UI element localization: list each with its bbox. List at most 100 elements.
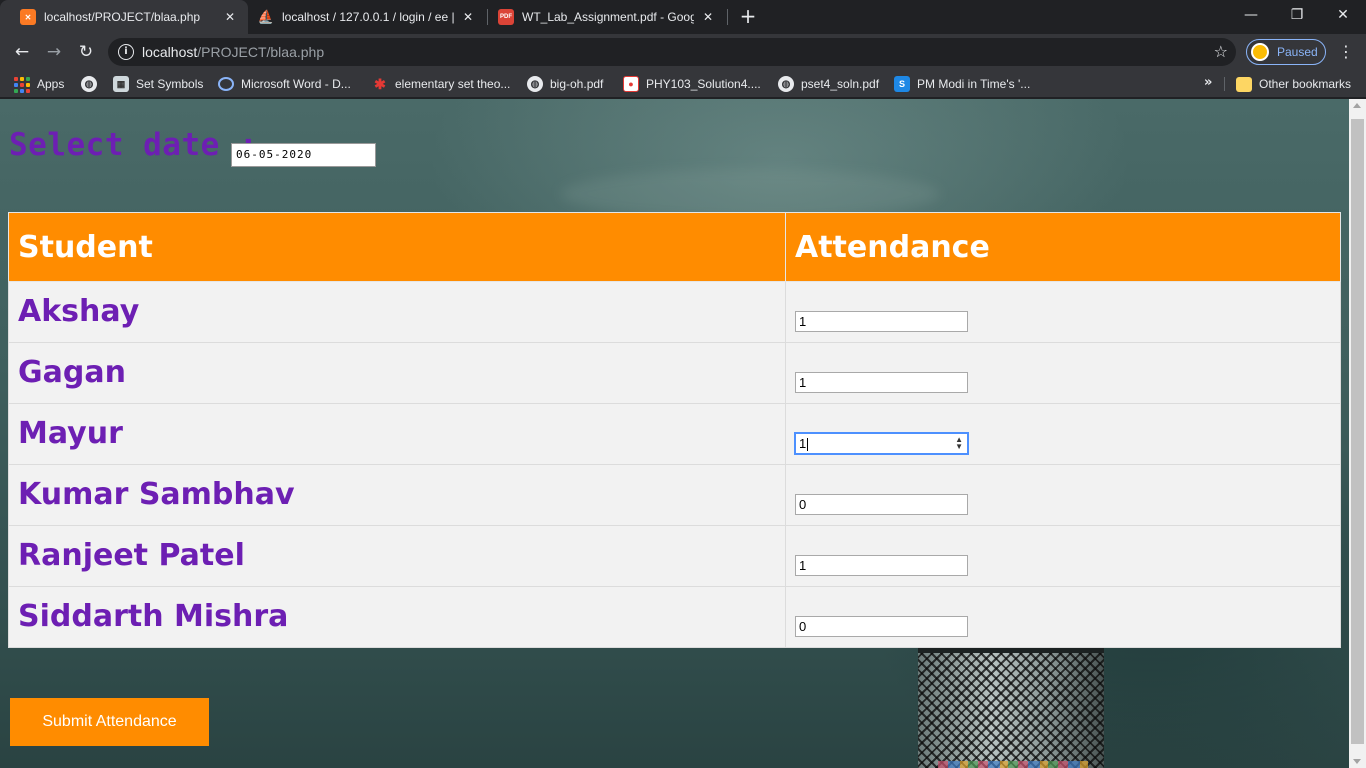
profile-status: Paused	[1277, 45, 1318, 59]
globe-icon: ◍	[527, 76, 543, 92]
attendance-cell: 1 ▲ ▼	[785, 403, 1341, 465]
tab-blaa-php[interactable]: ✕ localhost/PROJECT/blaa.php ✕	[0, 0, 248, 34]
bookmark-pset4[interactable]: ◍ pset4_soln.pdf	[778, 75, 879, 93]
attendance-cell: 1	[785, 525, 1341, 587]
attendance-cell: 0	[785, 586, 1341, 648]
url-host: localhost	[142, 44, 198, 60]
pencil-cup-image	[918, 647, 1104, 768]
scroll-up-icon[interactable]	[1353, 103, 1361, 108]
browser-menu-icon[interactable]: ⋮	[1336, 40, 1356, 64]
more-bookmarks-icon[interactable]: »	[1204, 75, 1212, 90]
reload-button[interactable]: ↻	[74, 40, 98, 64]
tab-phpmyadmin[interactable]: ⛵ localhost / 127.0.0.1 / login / ee | ✕	[238, 0, 486, 34]
header-student: Student	[8, 212, 786, 282]
avatar	[1251, 43, 1269, 61]
close-tab-icon[interactable]: ✕	[460, 10, 476, 24]
page-viewport: Select date : 06-05-2020 Student Attenda…	[0, 99, 1349, 768]
url-text[interactable]: localhost/PROJECT/blaa.php	[142, 44, 324, 60]
bookmark-label: pset4_soln.pdf	[801, 77, 880, 91]
attendance-input[interactable]: 1	[795, 310, 968, 332]
bookmark-apps[interactable]: Apps	[14, 75, 64, 93]
date-input[interactable]: 06-05-2020	[231, 143, 376, 167]
attendance-input[interactable]: 1	[795, 371, 968, 393]
new-tab-button[interactable]: +	[737, 6, 759, 28]
tab-strip: ✕ localhost/PROJECT/blaa.php ✕ ⛵ localho…	[0, 0, 1366, 34]
tab-title: WT_Lab_Assignment.pdf - Googl	[522, 10, 694, 24]
tab-title: localhost / 127.0.0.1 / login / ee |	[282, 10, 454, 24]
tab-title: localhost/PROJECT/blaa.php	[44, 10, 201, 24]
forward-button[interactable]: →	[42, 40, 66, 64]
globe-icon: ◍	[81, 76, 97, 92]
header-attendance: Attendance	[785, 212, 1341, 282]
s-icon: S	[894, 76, 910, 92]
attendance-input[interactable]: 1	[795, 554, 968, 576]
back-button[interactable]: ←	[10, 40, 34, 64]
profile-button[interactable]: Paused	[1246, 39, 1326, 65]
bookmark-microsoft-word[interactable]: Microsoft Word - D...	[218, 75, 351, 93]
browser-toolbar: ← → ↻ i localhost/PROJECT/blaa.php ☆ Pau…	[0, 34, 1366, 70]
attendance-cell: 1	[785, 342, 1341, 404]
bookmark-label: Other bookmarks	[1259, 77, 1352, 91]
page-scrollbar[interactable]	[1349, 99, 1366, 768]
scroll-thumb[interactable]	[1351, 119, 1364, 744]
bookmark-label: Set Symbols	[136, 77, 204, 91]
submit-attendance-button[interactable]: Submit Attendance	[10, 698, 209, 746]
bookmark-label: big-oh.pdf	[550, 77, 604, 91]
bookmark-label: PM Modi in Time's '...	[917, 77, 1031, 91]
text-caret	[807, 437, 809, 451]
student-name: Siddarth Mishra	[8, 586, 786, 648]
info-icon[interactable]: i	[118, 44, 134, 60]
student-name: Ranjeet Patel	[8, 525, 786, 587]
student-name: Mayur	[8, 403, 786, 465]
other-bookmarks[interactable]: Other bookmarks	[1236, 75, 1351, 93]
table-row: Gagan 1	[8, 342, 1341, 404]
bookmark-big-oh[interactable]: ◍ big-oh.pdf	[527, 75, 603, 93]
bookmarks-bar: Apps ◍ ▦ Set Symbols Microsoft Word - D.…	[0, 70, 1366, 98]
bookmark-label: PHY103_Solution4....	[646, 77, 761, 91]
bookmark-phy103[interactable]: ● PHY103_Solution4....	[623, 75, 761, 93]
student-name: Kumar Sambhav	[8, 464, 786, 526]
restore-button[interactable]: ❐	[1274, 4, 1320, 26]
loading-icon	[218, 77, 234, 91]
spinner-arrows-icon[interactable]: ▲ ▼	[955, 435, 963, 450]
table-row: Akshay 1	[8, 281, 1341, 343]
table-row: Kumar Sambhav 0	[8, 464, 1341, 526]
bookmark-pm-modi[interactable]: S PM Modi in Time's '...	[894, 75, 1030, 93]
bookmark-separator	[1224, 77, 1225, 91]
close-window-button[interactable]: ✕	[1320, 4, 1366, 26]
student-name: Akshay	[8, 281, 786, 343]
bookmark-star-icon[interactable]: ☆	[1214, 42, 1228, 61]
bookmark-globe[interactable]: ◍	[81, 75, 104, 93]
attendance-value: 1	[799, 435, 807, 451]
apps-grid-icon	[14, 76, 30, 93]
close-tab-icon[interactable]: ✕	[700, 10, 716, 24]
student-name: Gagan	[8, 342, 786, 404]
bookmark-elementary-set-theory[interactable]: ✱ elementary set theo...	[372, 75, 510, 93]
address-bar[interactable]: i localhost/PROJECT/blaa.php ☆	[108, 38, 1236, 66]
folder-icon	[1236, 76, 1252, 92]
phpmyadmin-icon: ⛵	[257, 9, 275, 24]
globe-icon: ◍	[778, 76, 794, 92]
table-row: Ranjeet Patel 1	[8, 525, 1341, 587]
bookmark-set-symbols[interactable]: ▦ Set Symbols	[113, 75, 203, 93]
minimize-button[interactable]: —	[1228, 4, 1274, 26]
bookmark-label: elementary set theo...	[395, 77, 511, 91]
close-tab-icon[interactable]: ✕	[222, 10, 238, 24]
bookmark-label: Microsoft Word - D...	[241, 77, 351, 91]
table-row: Siddarth Mishra 0	[8, 586, 1341, 648]
attendance-cell: 0	[785, 464, 1341, 526]
url-path: /PROJECT/blaa.php	[197, 44, 325, 60]
xampp-icon: ✕	[20, 9, 36, 25]
tab-wt-lab-pdf[interactable]: PDF WT_Lab_Assignment.pdf - Googl ✕	[478, 0, 726, 34]
attendance-cell: 1	[785, 281, 1341, 343]
attendance-input-focused[interactable]: 1 ▲ ▼	[795, 432, 968, 454]
pdf-icon: PDF	[498, 9, 514, 25]
attendance-input[interactable]: 0	[795, 493, 968, 515]
attendance-input[interactable]: 0	[795, 615, 968, 637]
attendance-table: Student Attendance Akshay 1 Gagan 1 Mayu…	[8, 212, 1341, 648]
pencil-tips	[938, 761, 1088, 768]
scroll-down-icon[interactable]	[1353, 759, 1361, 764]
bookmark-label: Apps	[37, 77, 65, 91]
table-header-row: Student Attendance	[8, 212, 1341, 282]
gear-red-icon: ✱	[374, 75, 386, 92]
